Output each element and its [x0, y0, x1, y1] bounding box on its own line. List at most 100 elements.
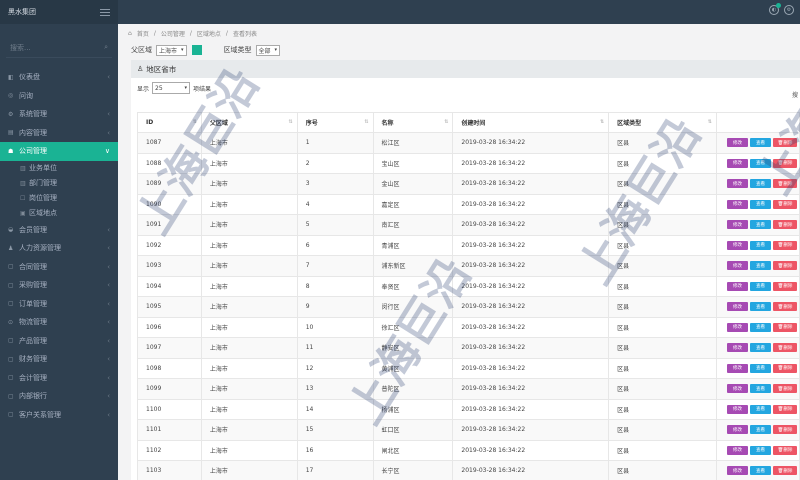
sidebar-item[interactable]: ▢ 财务管理 ‹ [0, 350, 118, 369]
sidebar-item[interactable]: ◎ 问询 [0, 87, 118, 106]
edit-button[interactable]: 修改 [726, 322, 748, 332]
sidebar-item[interactable]: ☗ 公司管理 ∨ [0, 142, 118, 161]
delete-button[interactable]: 🗑删除 [772, 199, 797, 209]
breadcrumb-company[interactable]: 公司管理 [161, 29, 185, 38]
sort-icon[interactable]: ⇅ [289, 119, 293, 125]
sort-icon[interactable]: ⇅ [193, 119, 197, 125]
sidebar-search[interactable]: 搜索... ⌕ [6, 38, 112, 58]
view-button[interactable]: 查看 [749, 445, 771, 455]
parent-region-select[interactable]: 上海市 ▾ [156, 44, 187, 56]
home-icon[interactable]: ⌂ [128, 30, 132, 37]
sidebar-item[interactable]: ⚙ 系统管理 ‹ [0, 105, 118, 124]
delete-button[interactable]: 🗑删除 [772, 445, 797, 455]
view-button[interactable]: 查看 [749, 199, 771, 209]
view-button[interactable]: 查看 [749, 322, 771, 332]
view-button[interactable]: 查看 [749, 384, 771, 394]
notification-icon[interactable]: ◐ [769, 3, 781, 15]
delete-button[interactable]: 🗑删除 [772, 281, 797, 291]
delete-button[interactable]: 🗑删除 [772, 384, 797, 394]
delete-button[interactable]: 🗑删除 [772, 220, 797, 230]
view-button[interactable]: 查看 [749, 261, 771, 271]
edit-button[interactable]: 修改 [726, 199, 748, 209]
breadcrumb-region[interactable]: 区域地点 [197, 29, 221, 38]
menu-toggle-icon[interactable] [100, 8, 110, 16]
sidebar-item[interactable]: ◒ 会员管理 ‹ [0, 221, 118, 240]
sidebar-item[interactable]: ▢ 采购管理 ‹ [0, 276, 118, 295]
edit-button[interactable]: 修改 [726, 445, 748, 455]
edit-button[interactable]: 修改 [726, 384, 748, 394]
column-header[interactable]: 父区域 ⇅ [200, 112, 298, 133]
table-search-label[interactable]: 搜 [792, 90, 798, 99]
sidebar-item[interactable]: ▢ 内部银行 ‹ [0, 387, 118, 406]
view-button[interactable]: 查看 [749, 138, 771, 148]
edit-button[interactable]: 修改 [726, 363, 748, 373]
sidebar-item[interactable]: ▢ 会计管理 ‹ [0, 369, 118, 388]
search-input[interactable]: 搜索... [10, 43, 31, 53]
sidebar-item[interactable]: ▢ 合同管理 ‹ [0, 258, 118, 277]
breadcrumb-home[interactable]: 首页 [137, 29, 149, 38]
view-button[interactable]: 查看 [749, 363, 771, 373]
sidebar-item[interactable]: ♟ 人力资源管理 ‹ [0, 239, 118, 258]
table-cell: 5 [296, 214, 374, 236]
edit-button[interactable]: 修改 [726, 158, 748, 168]
view-button[interactable]: 查看 [749, 425, 771, 435]
delete-button[interactable]: 🗑删除 [772, 343, 797, 353]
table-cell: 奉贤区 [372, 275, 454, 297]
sort-icon[interactable]: ⇅ [708, 119, 712, 125]
edit-button[interactable]: 修改 [726, 261, 748, 271]
edit-button[interactable]: 修改 [726, 220, 748, 230]
column-header[interactable]: 区域类型 ⇅ [608, 112, 717, 133]
sort-icon[interactable]: ⇅ [600, 119, 604, 125]
delete-button[interactable]: 🗑删除 [772, 138, 797, 148]
sidebar-item[interactable]: ◧ 仪表盘 ‹ [0, 68, 118, 87]
sidebar-subitem[interactable]: ▥ 部门管理 [0, 176, 118, 191]
sidebar-subitem[interactable]: ▥ 业务单位 [0, 161, 118, 176]
edit-button[interactable]: 修改 [726, 179, 748, 189]
sort-icon[interactable]: ⇅ [364, 119, 368, 125]
delete-button[interactable]: 🗑删除 [772, 363, 797, 373]
sidebar-subitem[interactable]: ☐ 岗位管理 [0, 191, 118, 206]
sort-icon[interactable]: ⇅ [444, 119, 448, 125]
delete-button[interactable]: 🗑删除 [772, 179, 797, 189]
delete-button[interactable]: 🗑删除 [772, 302, 797, 312]
column-header[interactable]: 创建时间 ⇅ [452, 112, 610, 133]
sidebar-item[interactable]: ▢ 产品管理 ‹ [0, 332, 118, 351]
page-size-select[interactable]: 25 ▾ [152, 82, 191, 94]
edit-button[interactable]: 修改 [726, 404, 748, 414]
region-type-select[interactable]: 全部 ▾ [255, 44, 281, 56]
view-button[interactable]: 查看 [749, 404, 771, 414]
view-button[interactable]: 查看 [749, 343, 771, 353]
view-button[interactable]: 查看 [749, 179, 771, 189]
edit-button[interactable]: 修改 [726, 138, 748, 148]
delete-button[interactable]: 🗑删除 [772, 240, 797, 250]
edit-button[interactable]: 修改 [726, 281, 748, 291]
sidebar-item[interactable]: ▢ 客户关系管理 ‹ [0, 406, 118, 425]
delete-button[interactable]: 🗑删除 [772, 322, 797, 332]
sidebar-item[interactable]: ▢ 订单管理 ‹ [0, 295, 118, 314]
column-header[interactable]: 名称 ⇅ [372, 112, 454, 133]
sidebar-item[interactable]: ⊙ 物流管理 ‹ [0, 313, 118, 332]
view-button[interactable]: 查看 [749, 302, 771, 312]
view-button[interactable]: 查看 [749, 281, 771, 291]
sidebar-subitem[interactable]: ▣ 区域地点 [0, 206, 118, 221]
edit-button[interactable]: 修改 [726, 425, 748, 435]
column-header[interactable]: ID ⇅ [137, 112, 202, 133]
delete-button[interactable]: 🗑删除 [772, 425, 797, 435]
view-button[interactable]: 查看 [749, 240, 771, 250]
search-icon[interactable]: ⌕ [104, 43, 108, 52]
view-button[interactable]: 查看 [749, 466, 771, 476]
view-button[interactable]: 查看 [749, 220, 771, 230]
edit-button[interactable]: 修改 [726, 302, 748, 312]
edit-button[interactable]: 修改 [726, 240, 748, 250]
settings-icon[interactable]: ⚙ [784, 5, 794, 15]
view-button[interactable]: 查看 [749, 158, 771, 168]
column-header[interactable]: 序号 ⇅ [296, 112, 374, 133]
delete-button[interactable]: 🗑删除 [772, 158, 797, 168]
delete-button[interactable]: 🗑删除 [772, 404, 797, 414]
sidebar-item[interactable]: ▤ 内容管理 ‹ [0, 124, 118, 143]
filter-go-button[interactable] [191, 45, 202, 55]
edit-button[interactable]: 修改 [726, 343, 748, 353]
delete-button[interactable]: 🗑删除 [772, 261, 797, 271]
edit-button[interactable]: 修改 [726, 466, 748, 476]
delete-button[interactable]: 🗑删除 [772, 466, 797, 476]
